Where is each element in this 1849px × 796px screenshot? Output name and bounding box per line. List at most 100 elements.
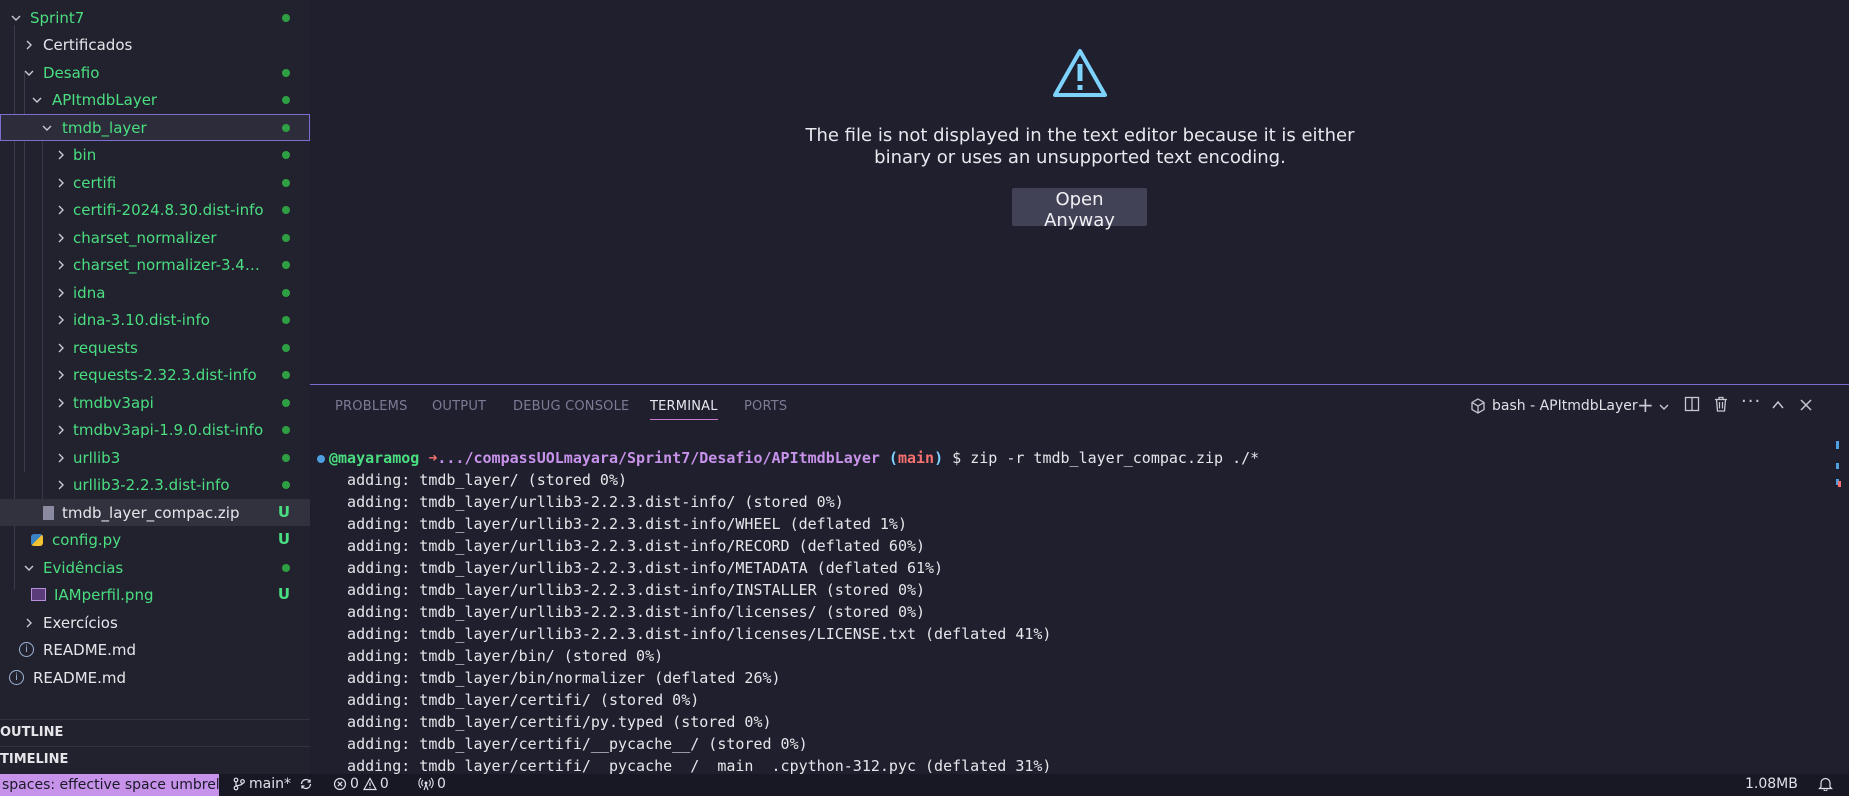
tree-item-requests-dist-info[interactable]: requests-2.32.3.dist-info	[0, 361, 310, 388]
timeline-section[interactable]: TIMELINE	[0, 746, 310, 774]
tree-item-bin[interactable]: bin	[0, 141, 310, 168]
source-control-branch[interactable]: main*	[232, 776, 313, 792]
image-file-icon	[31, 588, 46, 601]
new-terminal-icon[interactable]: +	[1637, 393, 1654, 417]
git-status-dot	[282, 206, 290, 214]
prompt-path: .../compassUOLmayara/Sprint7/Desafio/API…	[437, 449, 880, 467]
terminal-line: adding: tmdb_layer/bin/normalizer (defla…	[329, 669, 781, 687]
prompt-branch-close: )	[934, 449, 944, 467]
chevron-right-icon	[53, 175, 69, 191]
tree-item-label: IAMperfil.png	[54, 585, 154, 604]
outline-section[interactable]: OUTLINE	[0, 719, 310, 747]
warning-icon	[1053, 49, 1107, 97]
git-status-dot	[282, 124, 290, 132]
tree-item-sprint7[interactable]: Sprint7	[0, 4, 310, 31]
tree-item-label: bin	[73, 145, 97, 164]
tree-item-tmdb-layer-compac-zip[interactable]: tmdb_layer_compac.zip U	[0, 499, 310, 526]
terminal-output[interactable]: @mayaramog ➜.../compassUOLmayara/Sprint7…	[310, 447, 1810, 775]
tree-item-certifi-dist-info[interactable]: certifi-2024.8.30.dist-info	[0, 196, 310, 223]
timeline-label: TIMELINE	[0, 752, 69, 767]
tree-item-label: Evidências	[43, 558, 124, 577]
tree-item-certificados[interactable]: Certificados	[0, 31, 310, 58]
warning-count: 0	[379, 776, 389, 792]
tree-item-idna-dist-info[interactable]: idna-3.10.dist-info	[0, 306, 310, 333]
command-status-dot	[317, 454, 325, 463]
tree-item-label: config.py	[52, 530, 122, 549]
prompt-command: $ zip -r tmdb_layer_compac.zip ./*	[952, 449, 1260, 467]
sync-icon	[300, 778, 312, 790]
tree-item-evidencias[interactable]: Evidências	[0, 554, 310, 581]
terminal-line: adding: tmdb_layer/urllib3-2.2.3.dist-in…	[329, 537, 926, 555]
chevron-down-icon[interactable]	[1658, 398, 1670, 417]
notifications-bell-icon[interactable]	[1818, 776, 1833, 791]
open-anyway-button[interactable]: Open Anyway	[1012, 188, 1147, 231]
problems-indicator[interactable]: 0 0	[333, 776, 389, 792]
git-status-dot	[282, 179, 290, 187]
chevron-right-icon	[53, 477, 69, 493]
terminal-shell-icon	[1470, 398, 1486, 418]
maximize-panel-icon[interactable]	[1771, 397, 1785, 416]
tree-item-label: charset_normalizer-3.4.0....	[73, 255, 263, 274]
prompt-branch-open: (	[888, 449, 898, 467]
tree-item-label: certifi	[73, 173, 117, 192]
tree-item-urllib3-dist-info[interactable]: urllib3-2.2.3.dist-info	[0, 471, 310, 498]
chevron-down-icon	[21, 65, 37, 81]
chevron-right-icon	[53, 147, 69, 163]
tree-item-exercicios[interactable]: Exercícios	[0, 609, 310, 636]
tree-item-tmdb-layer[interactable]: tmdb_layer	[0, 114, 310, 141]
scroll-marker	[1836, 463, 1839, 469]
info-icon: i	[9, 670, 24, 685]
git-status-dot	[282, 344, 290, 352]
tree-item-label: urllib3-2.2.3.dist-info	[73, 475, 230, 494]
git-status-dot	[282, 69, 290, 77]
branch-name: main*	[249, 776, 291, 792]
terminal-line: adding: tmdb_layer/urllib3-2.2.3.dist-in…	[329, 515, 907, 533]
terminal-prompt-line: @mayaramog ➜.../compassUOLmayara/Sprint7…	[317, 447, 1259, 469]
broadcast-icon	[418, 777, 434, 791]
tree-item-requests[interactable]: requests	[0, 334, 310, 361]
status-bar: spaces: effective space umbrella main* 0…	[0, 774, 1849, 796]
git-status-dot	[282, 426, 290, 434]
git-status-dot	[282, 289, 290, 297]
tree-item-label: tmdb_layer_compac.zip	[62, 503, 240, 522]
tree-item-charset-normalizer-dist-info[interactable]: charset_normalizer-3.4.0....	[0, 251, 310, 278]
terminal-line: adding: tmdb_layer/certifi/ (stored 0%)	[329, 691, 700, 709]
terminal-scrollbar[interactable]	[1834, 441, 1841, 511]
tree-item-tmdbv3api[interactable]: tmdbv3api	[0, 389, 310, 416]
tree-item-certifi[interactable]: certifi	[0, 169, 310, 196]
tree-item-readme-root[interactable]: i README.md	[0, 664, 310, 691]
git-status-badge: U	[277, 530, 290, 548]
more-actions-icon[interactable]: ···	[1741, 391, 1761, 412]
chevron-right-icon	[53, 230, 69, 246]
tree-item-readme-inner[interactable]: i README.md	[0, 636, 310, 663]
trash-icon[interactable]	[1713, 396, 1729, 416]
tree-item-idna[interactable]: idna	[0, 279, 310, 306]
tab-debug-console[interactable]: DEBUG CONSOLE	[513, 399, 629, 414]
binary-file-message: The file is not displayed in the text ed…	[805, 125, 1355, 168]
tab-ports[interactable]: PORTS	[744, 399, 787, 414]
close-panel-icon[interactable]	[1799, 397, 1813, 416]
terminal-name[interactable]: bash - APItmdbLayer	[1492, 398, 1638, 414]
ports-indicator[interactable]: 0	[418, 776, 446, 792]
tree-item-label: requests-2.32.3.dist-info	[73, 365, 257, 384]
terminal-line: adding: tmdb_layer/urllib3-2.2.3.dist-in…	[329, 581, 926, 599]
tree-item-apitmdblayer[interactable]: APItmdbLayer	[0, 86, 310, 113]
chevron-right-icon	[53, 285, 69, 301]
tree-item-config-py[interactable]: config.py U	[0, 526, 310, 553]
tree-item-charset-normalizer[interactable]: charset_normalizer	[0, 224, 310, 251]
tree-item-urllib3[interactable]: urllib3	[0, 444, 310, 471]
chevron-right-icon	[53, 257, 69, 273]
tree-item-iamperfil-png[interactable]: IAMperfil.png U	[0, 581, 310, 608]
tab-output[interactable]: OUTPUT	[432, 399, 486, 414]
tree-item-label: APItmdbLayer	[52, 90, 158, 109]
tree-item-tmdbv3api-dist-info[interactable]: tmdbv3api-1.9.0.dist-info	[0, 416, 310, 443]
ports-count: 0	[437, 776, 446, 792]
tab-terminal[interactable]: TERMINAL	[650, 399, 718, 420]
explorer-sidebar: Sprint7 Certificados Desafio APItmdbLaye…	[0, 0, 310, 774]
chevron-down-icon	[29, 92, 45, 108]
split-terminal-icon[interactable]	[1684, 396, 1700, 416]
remote-indicator[interactable]: spaces: effective space umbrella	[0, 774, 219, 796]
tab-problems[interactable]: PROBLEMS	[335, 399, 408, 414]
tree-item-desafio[interactable]: Desafio	[0, 59, 310, 86]
chevron-right-icon	[53, 340, 69, 356]
